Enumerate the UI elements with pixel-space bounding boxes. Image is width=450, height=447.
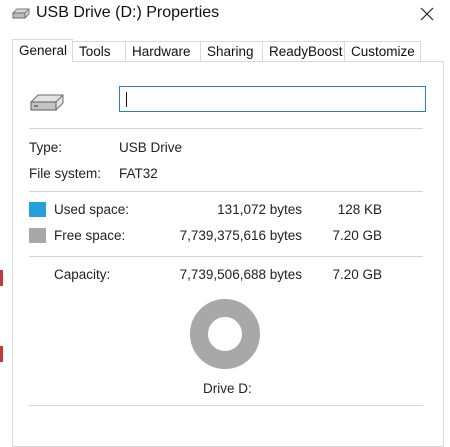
used-space-size: 128 KB — [337, 202, 382, 217]
window-title: USB Drive (D:) Properties — [36, 4, 220, 21]
capacity-label: Capacity: — [54, 267, 111, 282]
usb-drive-icon — [12, 8, 30, 23]
usage-donut — [189, 298, 261, 373]
free-space-swatch — [29, 228, 46, 243]
free-space-label: Free space: — [54, 228, 126, 243]
tab-general[interactable]: General — [12, 39, 73, 62]
type-value: USB Drive — [119, 140, 183, 155]
tab-readyboost[interactable]: ReadyBoost — [262, 41, 345, 61]
close-button[interactable] — [404, 0, 450, 30]
drive-name-input[interactable] — [119, 86, 426, 112]
divider — [29, 191, 423, 192]
divider — [29, 405, 423, 406]
capacity-size: 7.20 GB — [332, 267, 382, 282]
capacity-bytes: 7,739,506,688 bytes — [179, 267, 302, 282]
drive-letter-label: Drive D: — [203, 381, 252, 396]
tab-tools[interactable]: Tools — [72, 41, 126, 61]
free-space-size: 7.20 GB — [332, 228, 382, 243]
background-window-edge — [0, 346, 3, 362]
divider — [29, 128, 423, 129]
text-caret — [126, 92, 127, 107]
type-label: Type: — [29, 140, 63, 155]
file-system-label: File system: — [29, 166, 102, 181]
file-system-value: FAT32 — [119, 166, 158, 181]
divider — [29, 256, 423, 257]
tab-customize[interactable]: Customize — [344, 41, 421, 61]
title-bar: USB Drive (D:) Properties — [0, 0, 450, 30]
tab-hardware[interactable]: Hardware — [125, 41, 201, 61]
close-icon — [420, 7, 434, 24]
tab-sharing[interactable]: Sharing — [200, 41, 263, 61]
used-space-label: Used space: — [54, 202, 130, 217]
free-space-bytes: 7,739,375,616 bytes — [179, 228, 302, 243]
used-space-bytes: 131,072 bytes — [217, 202, 302, 217]
used-space-swatch — [29, 202, 46, 217]
background-window-edge — [0, 270, 3, 286]
usb-drive-icon — [30, 94, 64, 115]
